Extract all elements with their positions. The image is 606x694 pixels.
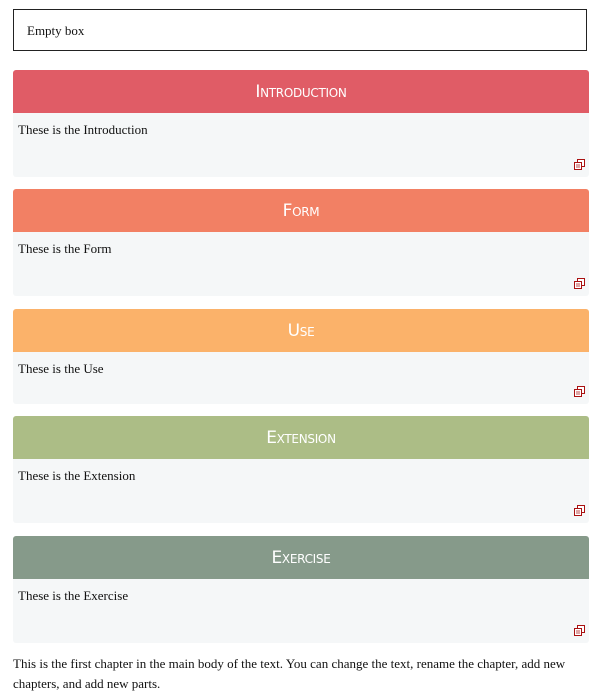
section-body-text: These is the Introduction: [18, 122, 148, 137]
empty-box[interactable]: Empty box: [13, 9, 587, 51]
section-body[interactable]: These is the Introduction: [13, 113, 589, 177]
section-body[interactable]: These is the Use: [13, 352, 589, 404]
copy-icon[interactable]: [574, 278, 585, 289]
section-header[interactable]: Extension: [13, 416, 589, 459]
section-header[interactable]: Form: [13, 189, 589, 232]
section-title: Use: [287, 320, 315, 341]
section-title: Extension: [266, 427, 336, 448]
section-header[interactable]: Introduction: [13, 70, 589, 113]
section-header[interactable]: Exercise: [13, 536, 589, 579]
section-body[interactable]: These is the Form: [13, 232, 589, 296]
copy-icon[interactable]: [574, 505, 585, 516]
copy-icon[interactable]: [574, 386, 585, 397]
section-body[interactable]: These is the Exercise: [13, 579, 589, 643]
chapter-description: This is the first chapter in the main bo…: [13, 656, 566, 691]
section-body-text: These is the Form: [18, 241, 112, 256]
section-use: Use These is the Use: [13, 309, 589, 404]
copy-icon[interactable]: [574, 159, 585, 170]
section-extension: Extension These is the Extension: [13, 416, 589, 523]
copy-icon[interactable]: [574, 625, 585, 636]
section-title: Introduction: [255, 81, 347, 102]
section-form: Form These is the Form: [13, 189, 589, 296]
section-body-text: These is the Use: [18, 361, 104, 376]
section-body-text: These is the Extension: [18, 468, 136, 483]
section-title: Form: [282, 200, 320, 221]
section-exercise: Exercise These is the Exercise: [13, 536, 589, 643]
section-body[interactable]: These is the Extension: [13, 459, 589, 523]
section-body-text: These is the Exercise: [18, 588, 129, 603]
section-header[interactable]: Use: [13, 309, 589, 352]
section-introduction: Introduction These is the Introduction: [13, 70, 589, 177]
section-title: Exercise: [271, 547, 331, 568]
